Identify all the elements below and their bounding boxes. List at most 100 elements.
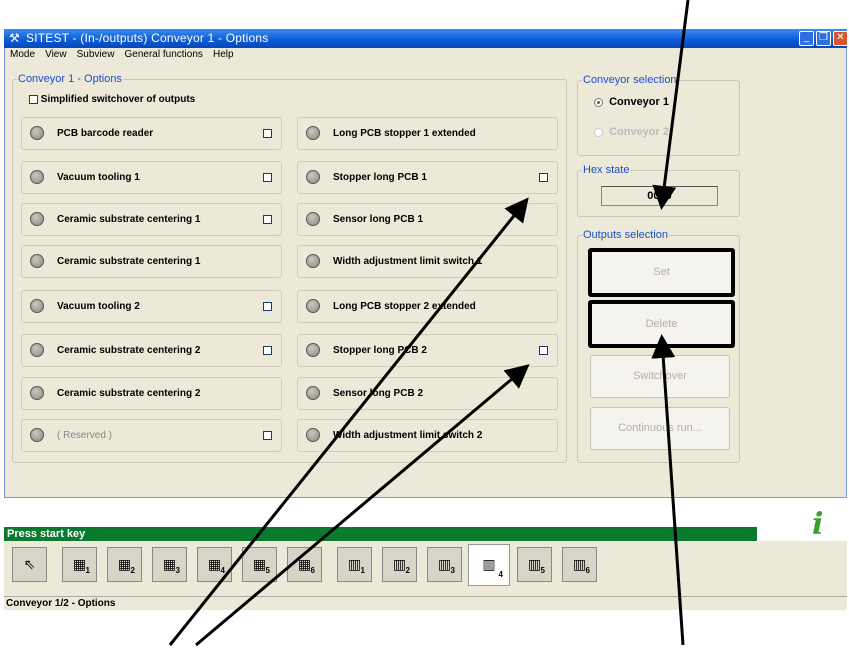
toolbar-number: 1: [85, 566, 90, 575]
io-checkbox[interactable]: [263, 215, 272, 224]
simplified-switchover-checkbox[interactable]: [29, 94, 38, 104]
toolbar-number: 2: [130, 566, 135, 575]
toolbar-number: 4: [498, 570, 503, 579]
toolbar-number: 1: [360, 566, 365, 575]
toolbar-io-alt-button[interactable]: ▥ 5: [517, 547, 552, 582]
toolbar-io-button[interactable]: ▦ 5: [242, 547, 277, 582]
toolbar-cursor-button[interactable]: ⇖: [12, 547, 47, 582]
io-checkbox[interactable]: [263, 431, 272, 440]
toolbar-number: 6: [310, 566, 315, 575]
menu-subview[interactable]: Subview: [77, 49, 115, 60]
io-module-alt-icon: ▥: [482, 557, 496, 573]
io-module-icon: ▦: [252, 556, 267, 573]
io-label: Stopper long PCB 1: [333, 172, 427, 183]
io-item: ( Reserved ): [21, 419, 282, 452]
switchover-button[interactable]: Switchover: [590, 355, 730, 398]
menu-help[interactable]: Help: [213, 49, 234, 60]
minimize-button[interactable]: _: [799, 31, 814, 46]
io-item: Width adjustment limit switch 1: [297, 245, 558, 278]
toolbar-io-button[interactable]: ▦ 6: [287, 547, 322, 582]
io-label: Long PCB stopper 1 extended: [333, 128, 476, 139]
tool-icon: ⚒: [9, 31, 20, 45]
io-label: Sensor long PCB 2: [333, 388, 424, 399]
close-button[interactable]: ✕: [833, 31, 848, 46]
conveyor-2-label: Conveyor 2: [609, 126, 669, 138]
io-module-icon: ▦: [72, 556, 87, 573]
io-label: Ceramic substrate centering 2: [57, 345, 201, 356]
toolbar-io-button[interactable]: ▦ 2: [107, 547, 142, 582]
status-led: [306, 428, 320, 442]
menu-view[interactable]: View: [45, 49, 67, 60]
io-label: Ceramic substrate centering 1: [57, 214, 201, 225]
status-led: [306, 386, 320, 400]
status-led: [306, 126, 320, 140]
io-item: Stopper long PCB 2: [297, 334, 558, 367]
io-module-alt-icon: ▥: [392, 556, 407, 573]
io-label: Width adjustment limit switch 1: [333, 256, 483, 267]
io-item: Long PCB stopper 2 extended: [297, 290, 558, 323]
menu-mode[interactable]: Mode: [10, 49, 35, 60]
conveyor-2-radio[interactable]: Conveyor 2: [594, 126, 669, 138]
toolbar-number: 4: [220, 566, 225, 575]
status-led: [306, 299, 320, 313]
io-item: Sensor long PCB 2: [297, 377, 558, 410]
io-item: Sensor long PCB 1: [297, 203, 558, 236]
io-checkbox[interactable]: [539, 346, 548, 355]
io-checkbox[interactable]: [263, 346, 272, 355]
io-item: Ceramic substrate centering 2: [21, 377, 282, 410]
io-checkbox[interactable]: [263, 129, 272, 138]
io-module-icon: ▦: [117, 556, 132, 573]
menu-general-functions[interactable]: General functions: [125, 49, 203, 60]
title-bar[interactable]: ⚒ SITEST - (In-/outputs) Conveyor 1 - Op…: [4, 29, 848, 48]
io-module-alt-icon: ▥: [437, 556, 452, 573]
io-label: Sensor long PCB 1: [333, 214, 424, 225]
toolbar-io-alt-button[interactable]: ▥ 3: [427, 547, 462, 582]
io-label: ( Reserved ): [57, 430, 113, 441]
outputs-selection-legend: Outputs selection: [583, 229, 668, 241]
status-led: [30, 386, 44, 400]
io-label: Width adjustment limit switch 2: [333, 430, 483, 441]
status-led: [30, 428, 44, 442]
set-button[interactable]: Set: [588, 248, 735, 297]
menu-bar: Mode View Subview General functions Help: [5, 48, 845, 62]
io-label: Vacuum tooling 2: [57, 301, 140, 312]
toolbar-number: 3: [450, 566, 455, 575]
toolbar-io-button[interactable]: ▦ 3: [152, 547, 187, 582]
options-group-legend: Conveyor 1 - Options: [18, 73, 122, 85]
io-label: Stopper long PCB 2: [333, 345, 427, 356]
status-led: [30, 254, 44, 268]
io-item: PCB barcode reader: [21, 117, 282, 150]
toolbar-number: 5: [540, 566, 545, 575]
cursor-arrow-icon: ⇖: [23, 556, 36, 573]
maximize-button[interactable]: ❐: [816, 31, 831, 46]
window-title: SITEST - (In-/outputs) Conveyor 1 - Opti…: [26, 31, 269, 45]
status-led: [30, 343, 44, 357]
io-checkbox[interactable]: [539, 173, 548, 182]
io-checkbox[interactable]: [263, 302, 272, 311]
simplified-switchover-label: Simplified switchover of outputs: [40, 94, 196, 105]
status-bar: Conveyor 1/2 - Options: [4, 596, 847, 610]
toolbar-io-button[interactable]: ▦ 4: [197, 547, 232, 582]
status-led: [30, 299, 44, 313]
io-item: Ceramic substrate centering 1: [21, 203, 282, 236]
toolbar-io-alt-button[interactable]: ▥ 6: [562, 547, 597, 582]
io-checkbox[interactable]: [263, 173, 272, 182]
hex-state-legend: Hex state: [583, 164, 630, 176]
status-led: [306, 170, 320, 184]
io-item: Vacuum tooling 1: [21, 161, 282, 194]
io-item: Vacuum tooling 2: [21, 290, 282, 323]
io-item: Width adjustment limit switch 2: [297, 419, 558, 452]
toolbar-io-alt-button[interactable]: ▥ 2: [382, 547, 417, 582]
io-module-alt-icon: ▥: [572, 556, 587, 573]
conveyor-1-radio[interactable]: Conveyor 1: [594, 96, 669, 108]
io-module-alt-icon: ▥: [527, 556, 542, 573]
continuous-run-button[interactable]: Continuous run...: [590, 407, 730, 450]
delete-button[interactable]: Delete: [588, 300, 735, 348]
toolbar-io-alt-button-active[interactable]: ▥ 4: [468, 544, 510, 586]
simplified-switchover[interactable]: Simplified switchover of outputs: [29, 94, 195, 105]
io-item: Ceramic substrate centering 1: [21, 245, 282, 278]
status-led: [30, 126, 44, 140]
toolbar-io-alt-button[interactable]: ▥ 1: [337, 547, 372, 582]
info-icon[interactable]: i: [812, 507, 823, 542]
toolbar-io-button[interactable]: ▦ 1: [62, 547, 97, 582]
